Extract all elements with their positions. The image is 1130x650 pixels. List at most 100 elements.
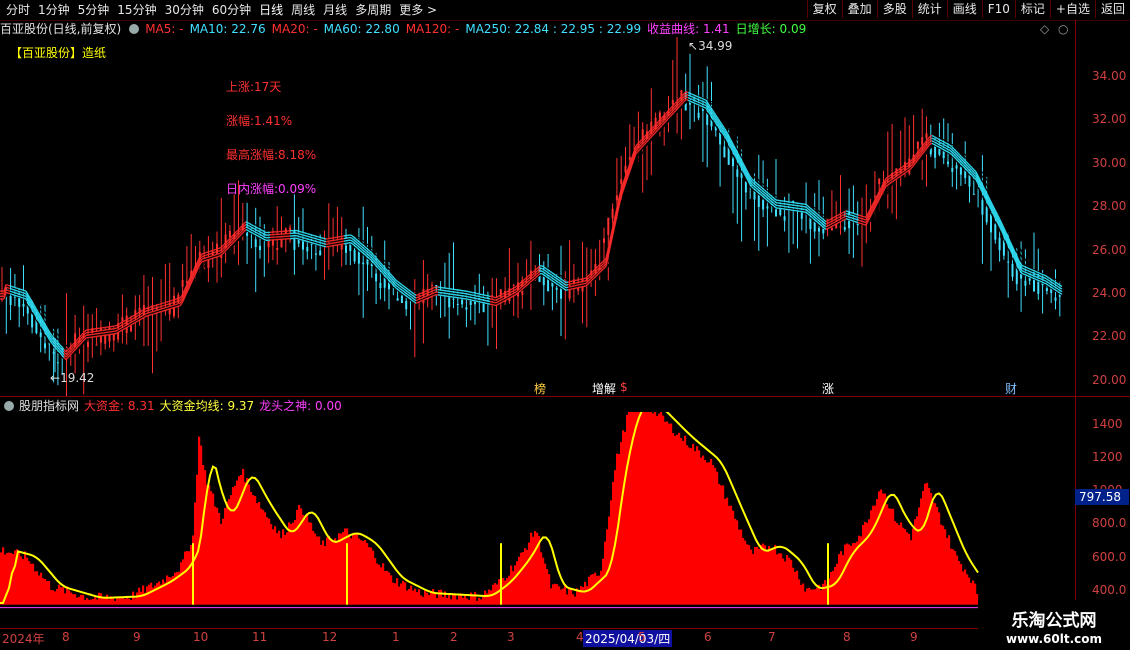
toolbar-button-4[interactable]: 画线 xyxy=(946,0,982,18)
big-money-bar xyxy=(198,436,201,605)
price-chart[interactable] xyxy=(0,37,1075,397)
big-money-bar xyxy=(230,495,233,605)
big-money-bar xyxy=(446,597,449,605)
big-money-bar xyxy=(922,490,925,605)
price-axis: 34.00 32.00 30.00 28.00 26.00 24.00 22.00 20.00… xyxy=(1075,20,1130,630)
tab-period-0[interactable]: 分时 xyxy=(2,1,34,19)
ma-value-6: 收益曲线: 1.41 xyxy=(647,22,730,36)
ma-segment xyxy=(129,318,133,321)
big-money-bar xyxy=(454,593,457,605)
big-money-bar xyxy=(878,491,881,605)
big-money-bar xyxy=(940,524,943,605)
big-money-bar xyxy=(620,442,623,605)
big-money-bar xyxy=(48,580,51,605)
big-money-bar xyxy=(2,547,5,605)
ma-line-3 xyxy=(0,95,1063,356)
tab-period-7[interactable]: 周线 xyxy=(287,1,319,19)
ma-value-1: MA10: 22.76 xyxy=(189,22,266,36)
ma-segment xyxy=(1049,277,1053,281)
ma-segment xyxy=(499,301,503,304)
big-money-bar xyxy=(180,562,183,605)
big-money-bar xyxy=(676,434,679,605)
ma-segment xyxy=(933,138,937,141)
settings-icon[interactable] xyxy=(129,24,140,34)
ma-line-4 xyxy=(0,94,1063,357)
toolbar-button-2[interactable]: 多股 xyxy=(876,0,912,18)
ma-segment xyxy=(295,234,299,237)
ma-segment xyxy=(157,308,161,311)
ma-segment xyxy=(971,167,975,171)
toolbar-button-5[interactable]: F10 xyxy=(981,0,1015,18)
tab-period-8[interactable]: 月线 xyxy=(319,1,351,19)
ma-segment xyxy=(263,233,267,236)
toolbar-button-0[interactable]: 复权 xyxy=(806,0,842,18)
event-mark-zhang[interactable]: 涨 xyxy=(822,380,834,397)
ma-segment xyxy=(531,270,535,274)
ma-segment xyxy=(315,240,319,243)
tab-period-1[interactable]: 1分钟 xyxy=(34,1,74,19)
ma-segment xyxy=(11,288,15,291)
ma-segment xyxy=(243,221,247,225)
ma-segment xyxy=(507,297,511,300)
ma-segment xyxy=(255,229,259,232)
tab-period-4[interactable]: 30分钟 xyxy=(161,1,208,19)
event-mark-bang[interactable]: 榜 xyxy=(534,380,546,397)
ma-segment xyxy=(175,305,179,308)
ma-segment xyxy=(175,300,179,303)
tab-period-2[interactable]: 5分钟 xyxy=(74,1,114,19)
ma-segment xyxy=(249,223,253,226)
tab-period-5[interactable]: 60分钟 xyxy=(208,1,255,19)
ma-segment xyxy=(501,295,505,298)
circle-icon[interactable]: ○ xyxy=(1058,22,1068,36)
ma-segment xyxy=(167,305,171,308)
big-money-bar xyxy=(294,520,297,605)
tab-period-10[interactable]: 更多 > xyxy=(395,1,441,19)
big-money-bar xyxy=(252,495,255,605)
big-money-bar xyxy=(12,554,15,605)
big-money-bar xyxy=(970,583,973,605)
ma-segment xyxy=(23,297,27,300)
big-money-bar xyxy=(76,597,79,605)
diamond-icon[interactable]: ◇ xyxy=(1040,22,1049,36)
toolbar-button-3[interactable]: 统计 xyxy=(911,0,947,18)
event-mark-zengjie[interactable]: 增解 xyxy=(592,380,616,397)
ma-segment xyxy=(307,241,311,243)
ma-segment xyxy=(927,135,931,140)
big-money-bar xyxy=(150,582,153,605)
toolbar-button-8[interactable]: 返回 xyxy=(1094,0,1130,18)
ma-segment xyxy=(1021,267,1025,270)
event-mark-dollar[interactable]: $ xyxy=(620,380,628,394)
big-money-bar xyxy=(356,534,359,605)
tab-period-9[interactable]: 多周期 xyxy=(351,1,395,19)
candle-body xyxy=(955,165,958,169)
pane-divider[interactable] xyxy=(0,396,1130,397)
big-money-bar xyxy=(728,505,731,605)
ma-segment xyxy=(1031,269,1035,272)
big-money-bar xyxy=(194,502,197,605)
event-mark-cai[interactable]: 财 xyxy=(1005,380,1017,397)
big-money-bar xyxy=(42,578,45,605)
ma-segment xyxy=(161,307,165,310)
big-money-bar xyxy=(784,561,787,605)
ma-segment xyxy=(317,236,321,239)
ma-segment xyxy=(323,237,327,240)
toolbar-button-7[interactable]: +自选 xyxy=(1049,0,1095,18)
big-money-bar xyxy=(478,597,481,605)
big-money-bar xyxy=(100,593,103,605)
tab-period-6[interactable]: 日线 xyxy=(255,1,287,19)
ma-segment xyxy=(495,301,499,304)
big-money-bar xyxy=(448,593,451,605)
big-money-bar xyxy=(700,457,703,605)
toolbar-button-6[interactable]: 标记 xyxy=(1014,0,1050,18)
toolbar-button-1[interactable]: 叠加 xyxy=(841,0,877,18)
big-money-bar xyxy=(272,529,275,605)
tab-period-3[interactable]: 15分钟 xyxy=(113,1,160,19)
big-money-bar xyxy=(418,589,421,605)
indicator-chart[interactable] xyxy=(0,412,1075,628)
big-money-bar xyxy=(228,499,231,605)
big-money-bar xyxy=(268,518,271,605)
ma-segment xyxy=(313,242,317,245)
settings-icon[interactable] xyxy=(4,401,14,411)
ma-segment xyxy=(155,311,159,314)
big-money-bar xyxy=(458,595,461,605)
